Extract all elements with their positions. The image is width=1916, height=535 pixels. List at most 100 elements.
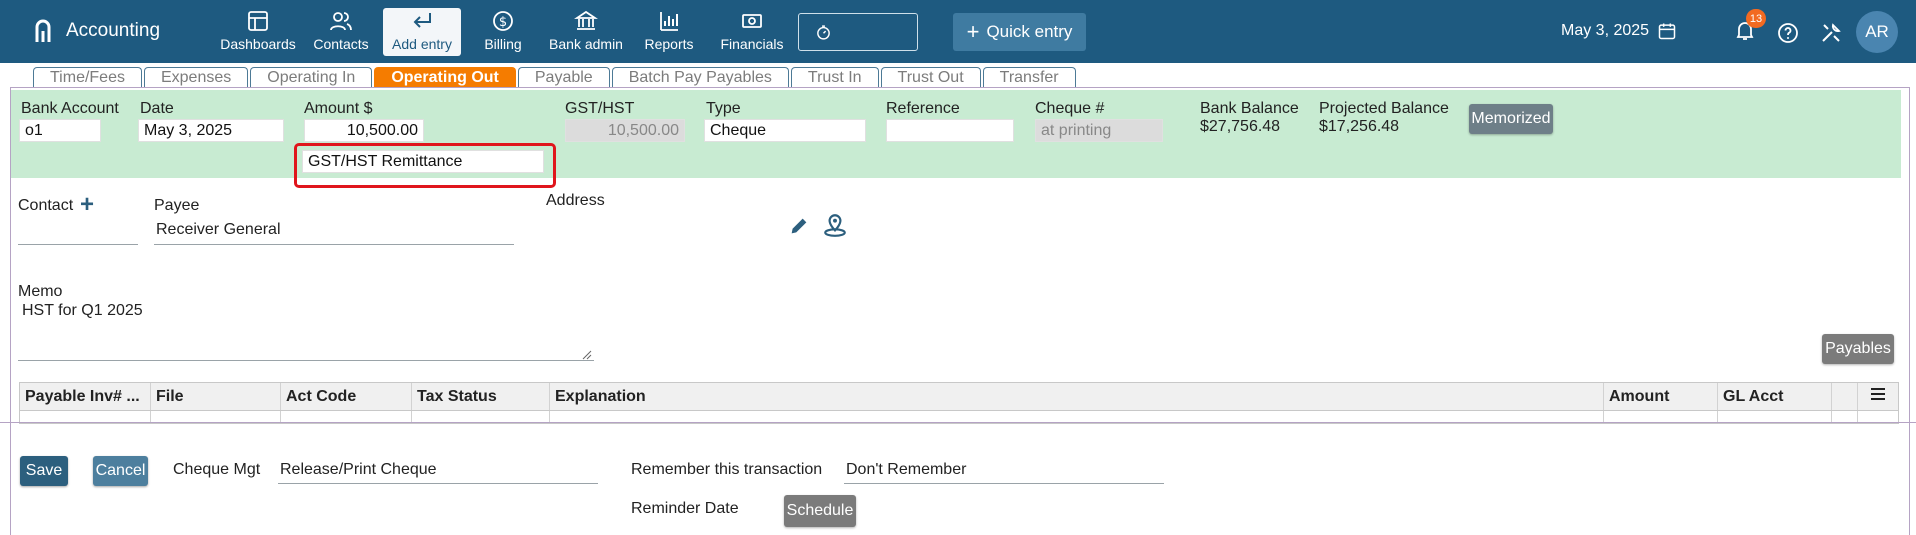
nav-bank-admin[interactable]: Bank admin — [539, 8, 633, 56]
bank-account-input[interactable]: o1 — [19, 119, 101, 142]
nav-billing[interactable]: $ Billing — [467, 8, 539, 56]
help-icon[interactable] — [1776, 21, 1800, 45]
dollar-icon: $ — [493, 11, 513, 31]
bank-balance-label: Bank Balance — [1200, 100, 1299, 117]
nav-dashboards[interactable]: Dashboards — [211, 8, 305, 56]
col-spacer — [1832, 383, 1858, 410]
tab-trust-in[interactable]: Trust In — [790, 67, 879, 88]
remember-transaction-select[interactable]: Don't Remember — [844, 461, 1164, 484]
calendar-icon — [1658, 23, 1676, 40]
payee-input[interactable]: Receiver General — [154, 221, 514, 245]
remember-transaction-label: Remember this transaction — [631, 461, 823, 478]
tab-expenses[interactable]: Expenses — [143, 67, 249, 88]
tab-transfer[interactable]: Transfer — [982, 67, 1076, 88]
memo-label: Memo — [18, 283, 63, 300]
type-select[interactable]: Cheque — [704, 119, 866, 142]
bank-account-label: Bank Account — [21, 100, 119, 117]
hamburger-icon — [1871, 388, 1885, 400]
col-payable-inv[interactable]: Payable Inv# ... — [20, 383, 151, 410]
column-menu-icon[interactable] — [1858, 383, 1898, 410]
date-label: Date — [140, 100, 174, 117]
date-input[interactable]: May 3, 2025 — [138, 119, 284, 142]
tab-trust-out[interactable]: Trust Out — [880, 67, 981, 88]
nav-financials[interactable]: Financials — [705, 8, 799, 56]
top-date-text: May 3, 2025 — [1561, 22, 1650, 39]
dashboard-icon — [248, 11, 268, 31]
brand[interactable]: Accounting — [34, 18, 160, 44]
memo-textarea[interactable]: HST for Q1 2025 — [18, 302, 594, 361]
cheque-mgt-label: Cheque Mgt — [173, 461, 261, 478]
reminder-date-label: Reminder Date — [631, 500, 739, 517]
nav-label: Add entry — [392, 36, 452, 52]
col-file[interactable]: File — [151, 383, 281, 410]
cheque-mgt-select[interactable]: Release/Print Cheque — [278, 461, 598, 484]
col-amount[interactable]: Amount — [1604, 383, 1718, 410]
nav-add-entry[interactable]: Add entry — [383, 8, 461, 56]
top-date[interactable]: May 3, 2025 — [1561, 21, 1677, 41]
timer-button[interactable] — [798, 13, 918, 51]
amount-input[interactable]: 10,500.00 — [304, 119, 424, 142]
payee-label: Payee — [154, 197, 200, 214]
nav-label: Reports — [644, 36, 694, 52]
accounting-logo-icon — [35, 19, 51, 42]
tab-operating-in[interactable]: Operating In — [250, 67, 373, 88]
col-act-code[interactable]: Act Code — [281, 383, 412, 410]
resize-handle-icon[interactable] — [582, 350, 592, 360]
cancel-button[interactable]: Cancel — [93, 456, 148, 486]
nav-label: Contacts — [313, 36, 369, 52]
table-header: Payable Inv# ... File Act Code Tax Statu… — [20, 383, 1898, 411]
schedule-button[interactable]: Schedule — [784, 495, 856, 527]
cheque-number-input: at printing — [1035, 119, 1163, 142]
quick-entry-label: Quick entry — [986, 22, 1073, 41]
bar-chart-icon — [660, 12, 678, 31]
plus-icon: + — [966, 19, 980, 44]
notification-badge: 13 — [1746, 9, 1766, 28]
reference-label: Reference — [886, 100, 960, 117]
enter-arrow-icon — [413, 13, 431, 28]
tab-time-fees[interactable]: Time/Fees — [33, 67, 142, 88]
top-icons: 13 — [1733, 9, 1843, 47]
divider — [0, 422, 1916, 423]
memorized-button[interactable]: Memorized — [1469, 104, 1553, 134]
top-navbar: Accounting Dashboards Contacts Add entry… — [0, 0, 1916, 63]
tab-batch-pay-payables[interactable]: Batch Pay Payables — [611, 67, 789, 88]
nav-label: Dashboards — [220, 36, 296, 52]
col-gl-acct[interactable]: GL Acct — [1718, 383, 1832, 410]
nav-reports[interactable]: Reports — [633, 8, 705, 56]
projected-balance-label: Projected Balance — [1319, 100, 1449, 117]
svg-text:$: $ — [499, 15, 507, 30]
reference-input[interactable] — [886, 119, 1014, 142]
type-label: Type — [706, 100, 741, 117]
payables-button[interactable]: Payables — [1822, 334, 1894, 364]
nav-label: Financials — [720, 36, 784, 52]
col-explanation[interactable]: Explanation — [550, 383, 1604, 410]
gst-hst-input: 10,500.00 — [565, 119, 685, 142]
bank-balance-value: $27,756.48 — [1200, 118, 1281, 135]
quick-entry-button[interactable]: + Quick entry — [953, 13, 1086, 51]
contacts-icon — [330, 12, 352, 31]
nav-label: Billing — [484, 36, 522, 52]
gst-hst-label: GST/HST — [565, 100, 635, 117]
tab-payable[interactable]: Payable — [517, 67, 610, 88]
tools-icon[interactable] — [1819, 21, 1843, 45]
app-name: Accounting — [66, 20, 161, 41]
projected-balance-value: $17,256.48 — [1319, 118, 1400, 135]
address-label: Address — [546, 192, 605, 209]
contact-input[interactable] — [18, 225, 138, 245]
tab-operating-out[interactable]: Operating Out — [374, 67, 516, 88]
category-select[interactable]: GST/HST Remittance — [302, 150, 544, 173]
save-button[interactable]: Save — [20, 456, 68, 486]
col-tax-status[interactable]: Tax Status — [412, 383, 550, 410]
map-pin-icon[interactable] — [822, 212, 848, 238]
notifications-button[interactable]: 13 — [1733, 9, 1766, 47]
user-avatar[interactable]: AR — [1856, 11, 1898, 53]
add-contact-icon[interactable]: + — [80, 191, 94, 219]
money-icon — [742, 14, 762, 28]
amount-label: Amount $ — [304, 100, 373, 117]
stopwatch-icon — [817, 24, 830, 40]
cheque-number-label: Cheque # — [1035, 100, 1105, 117]
nav-contacts[interactable]: Contacts — [305, 8, 377, 56]
main-nav: Dashboards Contacts Add entry $ Billing … — [211, 8, 799, 56]
edit-pencil-icon[interactable] — [788, 215, 810, 237]
contact-label: Contact — [18, 197, 74, 214]
